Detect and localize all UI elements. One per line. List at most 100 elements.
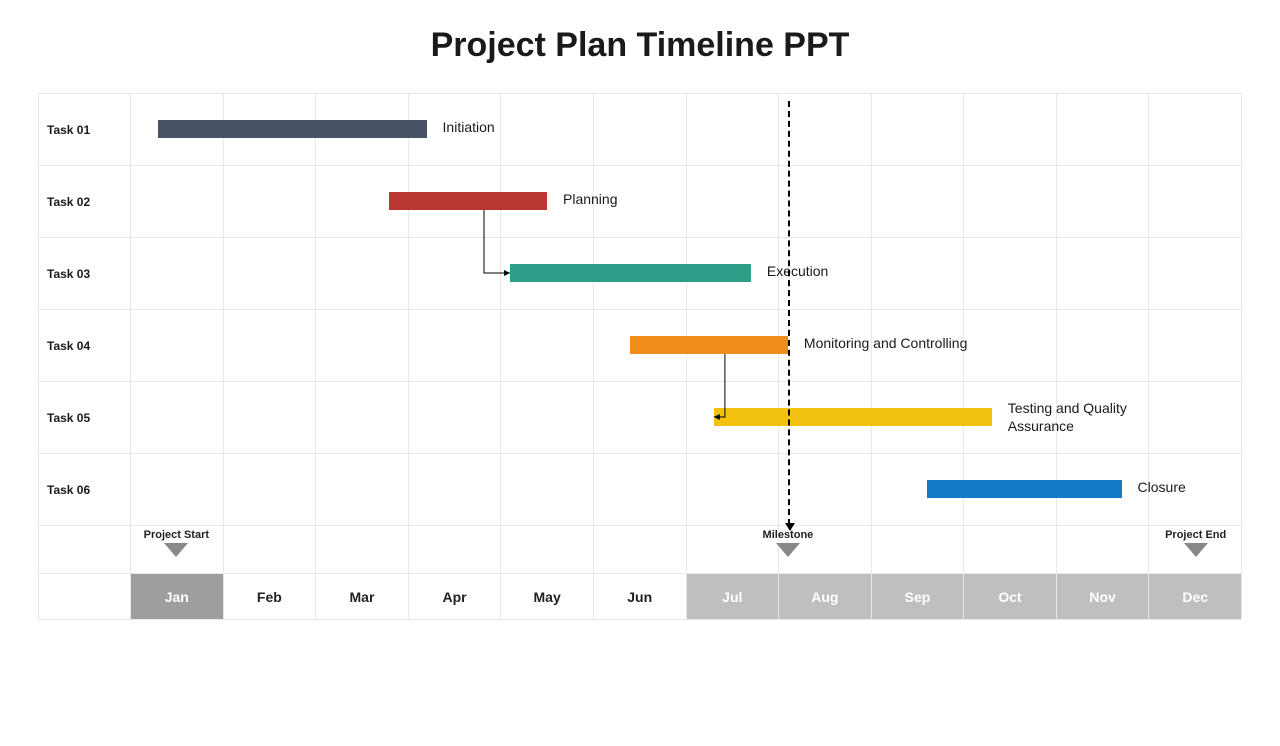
grid-cell bbox=[1149, 238, 1242, 310]
month-header: Jan bbox=[131, 574, 224, 620]
grid-cell bbox=[1057, 382, 1150, 454]
grid-cell bbox=[687, 166, 780, 238]
grid-cell bbox=[779, 454, 872, 526]
grid-cell bbox=[131, 166, 224, 238]
grid-cell bbox=[1057, 94, 1150, 166]
chart-grid: Task 01Task 02Task 03Task 04Task 05Task … bbox=[38, 93, 1242, 620]
marker-cell bbox=[964, 526, 1057, 574]
task-row-label: Task 06 bbox=[39, 454, 131, 526]
month-header: May bbox=[501, 574, 594, 620]
month-header: Mar bbox=[316, 574, 409, 620]
grid-cell bbox=[1057, 166, 1150, 238]
axis-spacer bbox=[39, 574, 131, 620]
grid-cell bbox=[594, 94, 687, 166]
grid-cell bbox=[316, 238, 409, 310]
grid-cell bbox=[779, 94, 872, 166]
month-header: Feb bbox=[224, 574, 317, 620]
grid-cell bbox=[501, 166, 594, 238]
task-row-label: Task 05 bbox=[39, 382, 131, 454]
month-header: Dec bbox=[1149, 574, 1242, 620]
grid-cell bbox=[224, 454, 317, 526]
marker-cell bbox=[409, 526, 502, 574]
marker-cell bbox=[687, 526, 780, 574]
grid-cell bbox=[409, 94, 502, 166]
grid-cell bbox=[594, 454, 687, 526]
grid-cell bbox=[594, 382, 687, 454]
grid-cell bbox=[501, 238, 594, 310]
grid-cell bbox=[501, 94, 594, 166]
grid-cell bbox=[872, 382, 965, 454]
grid-cell bbox=[779, 238, 872, 310]
grid-cell bbox=[224, 238, 317, 310]
grid-cell bbox=[501, 310, 594, 382]
grid-cell bbox=[409, 238, 502, 310]
grid-cell bbox=[131, 454, 224, 526]
grid-cell bbox=[779, 382, 872, 454]
month-header: Nov bbox=[1057, 574, 1150, 620]
grid-cell bbox=[687, 382, 780, 454]
grid-cell bbox=[409, 310, 502, 382]
grid-cell bbox=[872, 310, 965, 382]
marker-cell bbox=[779, 526, 872, 574]
marker-cell bbox=[224, 526, 317, 574]
grid-cell bbox=[1149, 454, 1242, 526]
grid-cell bbox=[964, 310, 1057, 382]
grid-cell bbox=[224, 94, 317, 166]
grid-cell bbox=[224, 310, 317, 382]
grid-cell bbox=[316, 310, 409, 382]
grid-cell bbox=[409, 382, 502, 454]
marker-cell bbox=[1149, 526, 1242, 574]
grid-cell bbox=[872, 94, 965, 166]
grid-cell bbox=[964, 94, 1057, 166]
marker-cell bbox=[131, 526, 224, 574]
grid-cell bbox=[409, 454, 502, 526]
grid-cell bbox=[131, 382, 224, 454]
grid-cell bbox=[224, 382, 317, 454]
grid-cell bbox=[316, 166, 409, 238]
month-header: Apr bbox=[409, 574, 502, 620]
grid-cell bbox=[1057, 310, 1150, 382]
month-header: Jun bbox=[594, 574, 687, 620]
grid-cell bbox=[131, 310, 224, 382]
task-row-label: Task 04 bbox=[39, 310, 131, 382]
grid-cell bbox=[687, 94, 780, 166]
grid-cell bbox=[779, 166, 872, 238]
task-row-label: Task 03 bbox=[39, 238, 131, 310]
grid-cell bbox=[779, 310, 872, 382]
grid-cell bbox=[687, 454, 780, 526]
grid-cell bbox=[131, 94, 224, 166]
marker-cell bbox=[1057, 526, 1150, 574]
month-header: Jul bbox=[687, 574, 780, 620]
grid-cell bbox=[1057, 454, 1150, 526]
grid-cell bbox=[964, 238, 1057, 310]
marker-cell bbox=[594, 526, 687, 574]
gantt-chart: Task 01Task 02Task 03Task 04Task 05Task … bbox=[38, 93, 1242, 620]
grid-cell bbox=[594, 166, 687, 238]
grid-cell bbox=[316, 382, 409, 454]
grid-cell bbox=[316, 454, 409, 526]
month-header: Sep bbox=[872, 574, 965, 620]
marker-cell bbox=[872, 526, 965, 574]
grid-cell bbox=[687, 238, 780, 310]
grid-cell bbox=[409, 166, 502, 238]
grid-cell bbox=[1149, 382, 1242, 454]
grid-cell bbox=[501, 382, 594, 454]
grid-cell bbox=[872, 238, 965, 310]
grid-cell bbox=[872, 166, 965, 238]
task-row-label: Task 01 bbox=[39, 94, 131, 166]
milestone-line bbox=[788, 101, 790, 525]
grid-cell bbox=[964, 382, 1057, 454]
grid-cell bbox=[1149, 94, 1242, 166]
month-header: Oct bbox=[964, 574, 1057, 620]
grid-cell bbox=[687, 310, 780, 382]
grid-cell bbox=[316, 94, 409, 166]
grid-cell bbox=[501, 454, 594, 526]
grid-cell bbox=[1149, 310, 1242, 382]
task-row-label: Task 02 bbox=[39, 166, 131, 238]
grid-cell bbox=[224, 166, 317, 238]
grid-cell bbox=[872, 454, 965, 526]
grid-cell bbox=[131, 238, 224, 310]
grid-cell bbox=[964, 454, 1057, 526]
grid-cell bbox=[1057, 238, 1150, 310]
marker-cell bbox=[501, 526, 594, 574]
